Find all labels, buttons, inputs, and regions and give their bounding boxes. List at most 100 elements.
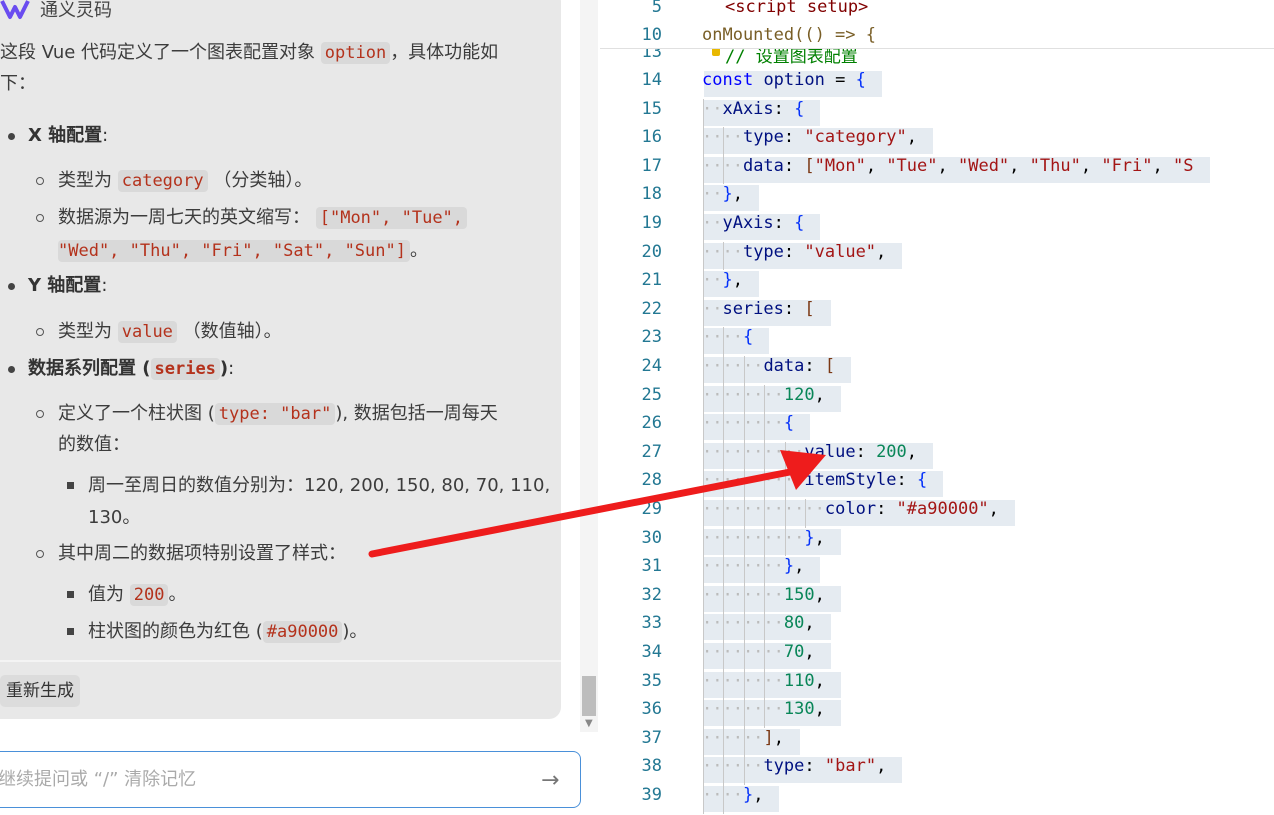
line-number: 5	[651, 0, 662, 17]
code-line: },	[722, 184, 743, 205]
scrollbar[interactable]	[580, 0, 598, 732]
indent-guide	[703, 327, 704, 356]
indent-guide	[703, 584, 704, 614]
indent-guide	[764, 499, 766, 528]
code-line: },	[804, 527, 825, 548]
indent-guide	[764, 670, 766, 700]
indent-guide	[743, 584, 745, 614]
whitespace-marker: ··	[702, 213, 723, 233]
bullet-ring-icon	[36, 214, 44, 222]
divider	[0, 660, 561, 662]
whitespace-marker: ········	[702, 413, 784, 434]
indent-guide	[723, 584, 725, 614]
indent-guide	[723, 699, 725, 728]
indent-guide	[703, 727, 704, 757]
series-style-value: 值为 200。	[88, 584, 187, 606]
whitespace-marker: ··········	[702, 470, 805, 491]
line-number: 17	[641, 155, 662, 176]
whitespace-marker: ········	[702, 584, 784, 605]
line-number: 37	[641, 727, 662, 748]
code-line: xAxis: {	[722, 98, 805, 119]
indent-guide	[784, 499, 786, 528]
indent-guide	[764, 556, 766, 585]
indent-guide	[703, 384, 704, 414]
indent-guide	[703, 155, 704, 185]
whitespace-marker: ····	[702, 785, 743, 805]
indent-guide	[764, 584, 766, 614]
bullet-square-icon	[67, 591, 74, 598]
code-editor[interactable]: 13 // 设置图表配置 5 <script setup> 10 onMount…	[600, 0, 1274, 815]
series-values: 周一至周日的数值分别为：120, 200, 150, 80, 70, 110,	[88, 475, 551, 496]
line-number: 24	[641, 356, 662, 376]
indent-guide	[723, 241, 725, 271]
line-number: 32	[641, 584, 662, 605]
indent-guide	[743, 470, 745, 499]
series-type: 定义了一个柱状图 (type: "bar"), 数据包括一周每天	[58, 403, 498, 425]
code-line: },	[783, 556, 805, 577]
answer-intro: 这段 Vue 代码定义了一个图表配置对象 option ，具体功能如	[0, 42, 499, 64]
bullet-dot-icon	[8, 283, 15, 290]
line-number: 16	[641, 127, 662, 148]
code-line: itemStyle: {	[804, 470, 928, 491]
indent-guide	[764, 613, 766, 642]
code-line: },	[722, 270, 743, 291]
indent-guide	[723, 642, 725, 671]
x-axis-data: 数据源为一周七天的英文缩写： ["Mon", "Tue",	[58, 202, 468, 234]
regenerate-button[interactable]: 重新生成	[0, 675, 80, 707]
bullet-square-icon	[67, 482, 74, 489]
bullet-dot-icon	[8, 133, 15, 140]
indent-guide	[703, 556, 704, 585]
indent-guide	[743, 527, 745, 557]
send-arrow-icon[interactable]: →	[541, 764, 559, 798]
indent-guide	[703, 213, 704, 242]
indent-guide	[723, 470, 725, 499]
scrollbar-thumb[interactable]	[582, 676, 596, 716]
code-line: series: [	[722, 298, 815, 319]
chat-input-placeholder: 继续提问或 “/” 清除记忆	[0, 769, 197, 790]
whitespace-marker: ····	[702, 155, 743, 176]
whitespace-marker: ··	[702, 184, 723, 205]
indent-guide	[723, 441, 725, 471]
line-number: 36	[641, 699, 662, 720]
whitespace-marker: ············	[702, 499, 825, 519]
y-axis-heading: Y 轴配置:	[28, 275, 108, 296]
code-line: 80,	[783, 613, 815, 634]
whitespace-marker: ··········	[702, 441, 805, 462]
code-line: 110,	[783, 670, 825, 691]
whitespace-marker: ········	[702, 642, 784, 662]
line-number: 10	[641, 25, 662, 45]
bullet-square-icon	[67, 628, 74, 635]
line-number: 30	[641, 527, 662, 548]
whitespace-marker: ········	[702, 699, 784, 720]
code-line: ],	[763, 727, 784, 748]
whitespace-marker: ··········	[702, 527, 805, 548]
line-number: 33	[641, 613, 662, 634]
series-style-color: 柱状图的颜色为红色 (#a90000)。	[88, 621, 368, 643]
scroll-down-arrow-icon[interactable]: ▼	[585, 718, 593, 729]
code-line: value: 200,	[804, 441, 918, 462]
whitespace-marker: ··	[702, 270, 723, 291]
x-axis-type: 类型为 category （分类轴）。	[58, 170, 313, 192]
indent-guide	[723, 527, 725, 557]
line-number: 28	[641, 470, 662, 491]
code-line: },	[742, 785, 764, 805]
indent-guide	[723, 727, 725, 757]
whitespace-marker: ······	[702, 756, 764, 777]
line-number: 15	[641, 98, 662, 119]
indent-guide	[703, 699, 704, 728]
indent-guide	[723, 127, 725, 156]
code-line: color: "#a90000",	[824, 499, 999, 519]
line-number: 22	[641, 298, 662, 319]
indent-guide	[764, 384, 766, 414]
whitespace-marker: ····	[702, 327, 743, 348]
line-number: 26	[641, 413, 662, 434]
x-axis-heading: X 轴配置:	[28, 125, 109, 146]
line-number: 31	[641, 556, 662, 577]
bullet-ring-icon	[36, 410, 44, 418]
bullet-dot-icon	[8, 366, 15, 373]
indent-guide	[723, 613, 725, 642]
indent-guide	[703, 270, 704, 299]
indent-guide	[723, 155, 725, 185]
indent-guide	[723, 556, 725, 585]
indent-guide	[743, 613, 745, 642]
